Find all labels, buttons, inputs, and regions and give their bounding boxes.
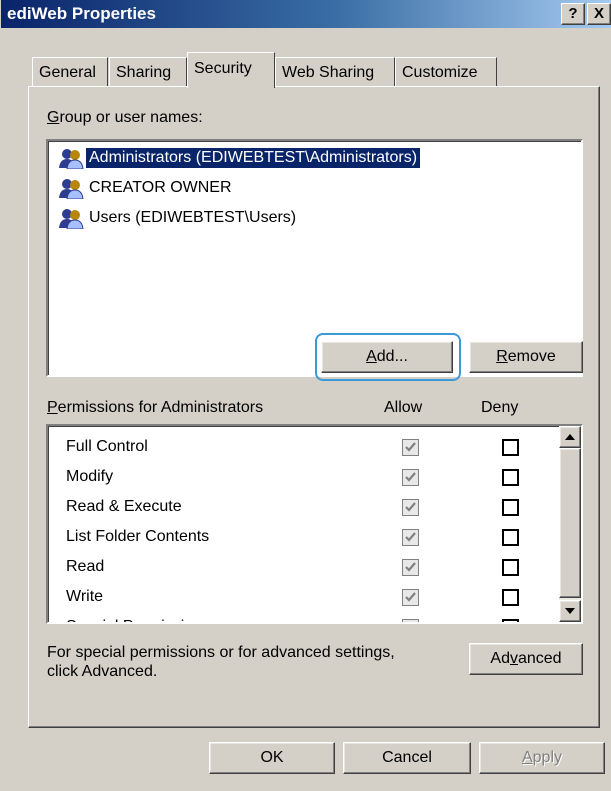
permissions-label: Permissions for Administrators xyxy=(47,399,264,416)
permission-row: Special Permissions xyxy=(66,612,566,622)
permissions-scrollbar[interactable] xyxy=(559,426,581,622)
apply-button[interactable]: Apply xyxy=(479,742,605,774)
deny-checkbox[interactable] xyxy=(502,619,519,622)
scroll-up-arrow-icon xyxy=(565,434,575,440)
scroll-down-arrow-icon xyxy=(565,608,575,614)
close-button[interactable]: X xyxy=(587,3,611,25)
deny-checkbox[interactable] xyxy=(502,559,519,576)
allow-checkbox[interactable] xyxy=(402,499,419,516)
checkmark-icon xyxy=(405,592,416,602)
checkmark-icon xyxy=(405,502,416,512)
advanced-note-line2: click Advanced. xyxy=(47,663,158,680)
permission-name: Modify xyxy=(66,468,114,485)
advanced-button[interactable]: Advanced xyxy=(469,643,583,675)
checkmark-icon xyxy=(405,562,416,572)
checkmark-icon xyxy=(405,532,416,542)
deny-checkbox[interactable] xyxy=(502,469,519,486)
advanced-note-line1: For special permissions or for advanced … xyxy=(47,644,395,661)
permission-row: Modify xyxy=(66,462,566,492)
allow-checkbox[interactable] xyxy=(402,559,419,576)
permission-name: Read xyxy=(66,558,105,575)
security-tab-panel: Group or user names: Administrators (EDI… xyxy=(28,86,600,728)
users-group-icon xyxy=(59,148,84,169)
window-title: ediWeb Properties xyxy=(7,4,156,23)
tab-security[interactable]: Security xyxy=(187,52,275,88)
tab-sharing[interactable]: Sharing xyxy=(109,57,187,87)
permission-name: Write xyxy=(66,588,104,605)
tab-customize[interactable]: Customize xyxy=(395,57,497,87)
user-name: Administrators (EDIWEBTEST\Administrator… xyxy=(86,147,421,168)
permission-row: Read & Execute xyxy=(66,492,566,522)
users-group-icon xyxy=(59,208,84,229)
tab-web-sharing[interactable]: Web Sharing xyxy=(275,57,395,87)
deny-column-header: Deny xyxy=(481,399,519,416)
list-item-administrators[interactable]: Administrators (EDIWEBTEST\Administrator… xyxy=(58,145,421,170)
scroll-down-button[interactable] xyxy=(559,600,581,622)
tab-general[interactable]: General xyxy=(32,57,108,87)
allow-checkbox[interactable] xyxy=(402,439,419,456)
advanced-note: For special permissions or for advanced … xyxy=(47,643,395,681)
allow-checkbox[interactable] xyxy=(402,469,419,486)
permission-row: List Folder Contents xyxy=(66,522,566,552)
user-name: Users (EDIWEBTEST\Users) xyxy=(89,208,297,226)
permission-name: Special Permissions xyxy=(66,618,210,622)
checkmark-icon xyxy=(405,442,416,452)
checkmark-icon xyxy=(405,472,416,482)
help-button[interactable]: ? xyxy=(561,3,585,25)
allow-checkbox[interactable] xyxy=(402,619,419,622)
users-group-icon xyxy=(59,178,84,199)
permission-name: Read & Execute xyxy=(66,498,182,515)
deny-checkbox[interactable] xyxy=(502,439,519,456)
properties-dialog: ediWeb Properties ? X General Sharing Se… xyxy=(0,0,611,791)
ok-button[interactable]: OK xyxy=(209,742,335,774)
deny-checkbox[interactable] xyxy=(502,529,519,546)
list-item-users[interactable]: Users (EDIWEBTEST\Users) xyxy=(58,205,299,230)
list-item-creator-owner[interactable]: CREATOR OWNER xyxy=(58,175,235,200)
scroll-thumb[interactable] xyxy=(559,448,581,598)
deny-checkbox[interactable] xyxy=(502,589,519,606)
add-button[interactable]: Add... xyxy=(321,341,453,373)
user-name: CREATOR OWNER xyxy=(89,178,232,196)
scroll-up-button[interactable] xyxy=(559,426,581,448)
deny-checkbox[interactable] xyxy=(502,499,519,516)
allow-column-header: Allow xyxy=(384,399,423,416)
permission-name: List Folder Contents xyxy=(66,528,210,545)
group-user-names-label: Group or user names: xyxy=(47,109,203,126)
permission-row: Write xyxy=(66,582,566,612)
allow-checkbox[interactable] xyxy=(402,589,419,606)
permission-row: Read xyxy=(66,552,566,582)
cancel-button[interactable]: Cancel xyxy=(343,742,471,774)
permission-row: Full Control xyxy=(66,432,566,462)
permission-name: Full Control xyxy=(66,438,148,455)
title-bar[interactable]: ediWeb Properties ? X xyxy=(1,0,611,28)
remove-button[interactable]: Remove xyxy=(469,341,583,373)
permissions-list[interactable]: Full Control Modify Read & Execute List Fol… xyxy=(46,424,583,624)
allow-checkbox[interactable] xyxy=(402,529,419,546)
